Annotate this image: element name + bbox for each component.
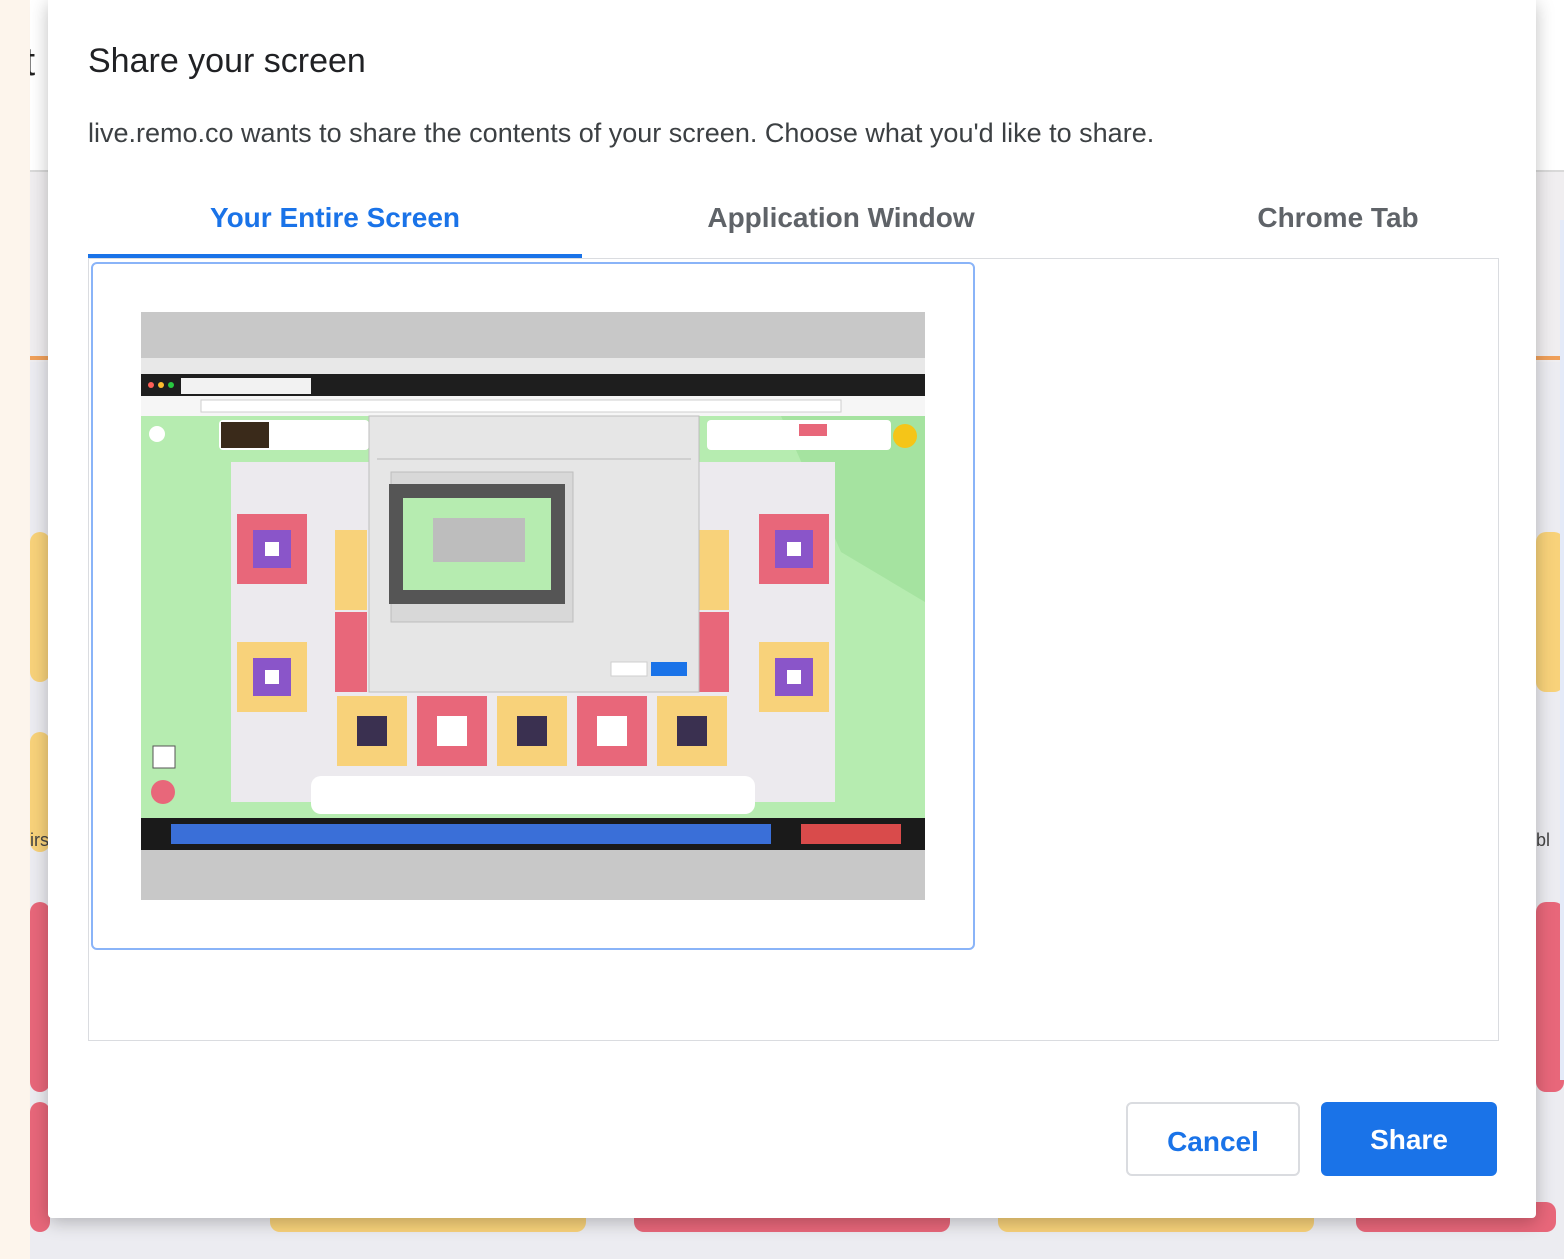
tab-application-window[interactable]: Application Window	[636, 190, 1046, 256]
dialog-description: live.remo.co wants to share the contents…	[88, 118, 1155, 148]
screen-thumbnail-image	[141, 312, 925, 900]
background-table	[30, 1102, 50, 1232]
tab-entire-screen[interactable]: Your Entire Screen	[88, 190, 582, 258]
background-table	[30, 532, 50, 682]
page-margin	[0, 0, 30, 1259]
tab-chrome-tab[interactable]: Chrome Tab	[1188, 190, 1488, 256]
background-label-right: bl	[1536, 830, 1551, 850]
screen-thumbnail	[141, 312, 925, 900]
background-title-fragment: t	[30, 40, 35, 85]
share-button[interactable]: Share	[1321, 1102, 1497, 1176]
share-screen-dialog: Share your screen live.remo.co wants to …	[48, 0, 1536, 1218]
source-list	[88, 258, 1499, 1041]
entire-screen-source[interactable]	[91, 262, 975, 950]
background-table	[30, 902, 50, 1092]
source-tabs: Your Entire Screen Application Window Ch…	[88, 190, 1498, 259]
dialog-title: Share your screen	[88, 42, 366, 80]
cancel-button[interactable]: Cancel	[1126, 1102, 1300, 1176]
background-label-left: irs	[30, 830, 49, 850]
background-panel-edge	[1560, 220, 1564, 1080]
